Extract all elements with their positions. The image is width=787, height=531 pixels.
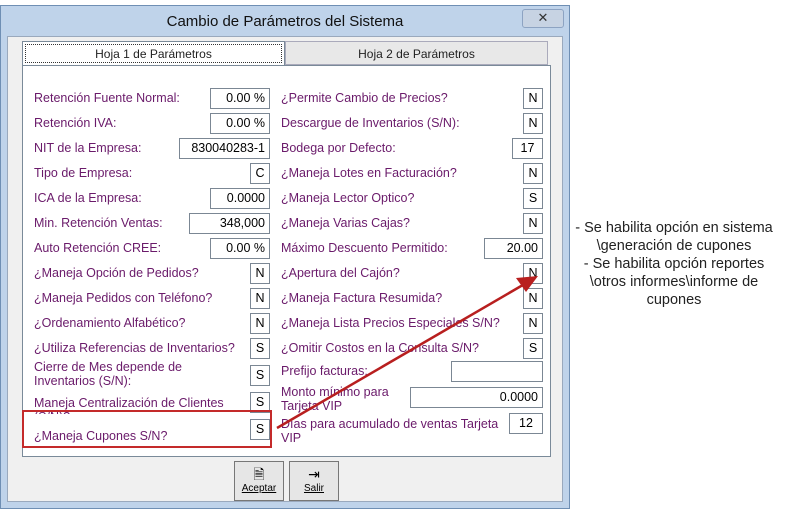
note-generacion-cupones: - Se habilita opción en sistema \generac… bbox=[566, 219, 782, 255]
note-1-text: - Se habilita opción en sistema \generac… bbox=[575, 220, 773, 254]
arrow-head bbox=[516, 276, 538, 292]
arrow-line bbox=[276, 280, 529, 430]
note-informe-cupones: - Se habilita opción reportes \otros inf… bbox=[566, 255, 782, 309]
note-2-text: - Se habilita opción reportes \otros inf… bbox=[583, 256, 765, 308]
